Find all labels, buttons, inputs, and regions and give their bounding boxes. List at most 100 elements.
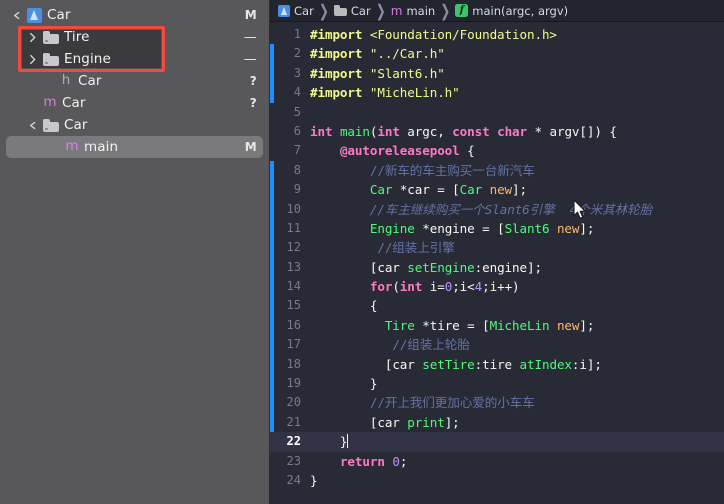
code-text: int main(int argc, const char * argv[]) … [310,122,724,141]
line-number: 12 [286,240,301,255]
code-line-21[interactable]: 21 [car print]; [270,412,724,433]
breadcrumb-item-label: main(argc, argv) [472,3,569,18]
code-editor-area[interactable]: 1 #import <Foundation/Foundation.h> 2 #impo… [270,22,724,504]
code-token: } [310,434,348,450]
status-badge: — [243,51,257,67]
breadcrumb-item-1[interactable]: Car [333,3,371,18]
code-line-24[interactable]: 24} [270,471,724,490]
code-token: ( [392,279,400,295]
code-line-12[interactable]: 12 //组装上引擎 [270,238,724,258]
code-token: car [392,356,415,372]
change-indicator-bar [270,180,274,200]
code-token: [ [310,356,393,372]
code-line-17[interactable]: 17 //组装上轮胎 [270,335,724,355]
code-line-6[interactable]: 6 int main(int argc, const char * argv[])… [270,122,724,141]
code-token: argc, [399,123,453,139]
status-badge: ? [249,96,257,110]
change-indicator-bar [270,44,274,64]
navigator-row-car-4[interactable]: m Car? [0,92,269,114]
code-token: setTire [422,356,475,372]
code-line-13[interactable]: 13 [car setEngine:engine]; [270,257,724,278]
code-line-18[interactable]: 18 [car setTire:tire atIndex:i]; [270,354,724,375]
navigator-row-engine-2[interactable]: Engine — [0,48,269,70]
code-token: "../Car.h" [369,46,445,62]
code-token: "Slant6.h" [369,65,445,81]
breadcrumb-item-0[interactable]: Car [278,4,314,18]
code-line-10[interactable]: 10 //车主继续购买一个Slant6引擎 4个米其林轮胎 [270,199,724,219]
code-line-4[interactable]: 4 #import "MicheLin.h" [270,83,724,103]
code-token: ]; [579,220,595,236]
code-token: ]; [444,414,460,430]
code-token: char [497,123,528,139]
line-number: 15 [286,298,301,313]
code-text: @autoreleasepool { [310,141,724,160]
code-line-22[interactable]: 22 } [270,432,724,452]
code-line-20[interactable]: 20 //开上我们更加心爱的小车车 [270,393,724,413]
code-line-2[interactable]: 2 #import "../Car.h" [270,44,724,64]
code-text: return 0; [310,452,724,471]
code-line-9[interactable]: 9 Car *car = [Car new]; [270,180,724,200]
chevron-right-icon[interactable] [26,54,38,64]
code-line-15[interactable]: 15 { [270,296,724,316]
code-line-7[interactable]: 7 @autoreleasepool { [270,141,724,160]
code-text: Car *car = [Car new]; [310,180,724,199]
code-token: ]; [512,182,528,198]
line-number: 2 [293,46,301,61]
header-file-icon: h [61,72,71,89]
navigator-row-car-0[interactable]: Car M [0,4,269,26]
code-token: Tire [384,317,415,333]
code-line-1[interactable]: 1 #import <Foundation/Foundation.h> [270,25,724,44]
objc-file-icon: m [390,3,403,18]
breadcrumb-item-2[interactable]: m main [391,4,435,18]
breadcrumb[interactable]: Car ❯ Car ❯ m main ❯ f main(argc, argv) [270,0,724,22]
code-line-16[interactable]: 16 Tire *tire = [MicheLin new]; [270,315,724,336]
breadcrumb-separator: ❯ [375,0,386,21]
navigator-row-label: Tire [64,29,90,45]
change-indicator-bar [270,315,274,336]
code-line-8[interactable]: 8 //新车的车主购买一台新汽车 [270,160,724,181]
code-token: #import [310,27,363,42]
objc-file-icon: m [43,94,57,111]
code-token: main [339,123,370,139]
code-line-11[interactable]: 11 Engine *engine = [Slant6 new]; [270,218,724,239]
code-token: @autoreleasepool [339,143,460,159]
navigator-row-tire-1[interactable]: Tire — [0,26,269,48]
code-token: const [452,123,490,139]
line-number: 5 [293,104,301,119]
folder-icon [43,30,59,44]
line-number: 7 [293,143,301,158]
folder-icon [43,52,59,66]
code-token: new [556,317,580,333]
change-indicator-bar [270,160,274,181]
code-text: [car print]; [310,413,724,432]
xcode-project-icon [27,7,42,23]
status-badge: ? [249,74,257,88]
project-navigator[interactable]: Car M Tire — Engine — h Car? m Car? Car m main M [0,0,270,504]
code-token: //组装上引擎 [377,240,455,256]
navigator-row-main-6[interactable]: m main M [6,136,263,158]
breadcrumb-item-3[interactable]: f main(argc, argv) [455,4,568,18]
code-line-19[interactable]: 19 } [270,374,724,394]
code-token: //新车的车主购买一台新汽车 [369,162,535,178]
chevron-right-icon[interactable] [26,32,38,42]
code-line-5[interactable]: 5 [270,103,724,122]
chevron-down-icon[interactable] [26,121,38,130]
line-number: 4 [293,85,301,100]
code-line-14[interactable]: 14 for(int i=0;i<4;i++) [270,277,724,297]
change-indicator-bar [270,412,274,433]
navigator-row-car-3[interactable]: h Car? [0,70,269,92]
breadcrumb-item-label: Car [350,3,371,18]
code-token: int [310,123,333,139]
status-badge: M [244,8,257,22]
line-number: 3 [293,65,301,80]
code-line-23[interactable]: 23 return 0; [270,452,724,471]
line-number: 14 [286,279,301,294]
code-token: :tire [474,356,520,372]
code-line-3[interactable]: 3 #import "Slant6.h" [270,63,724,84]
chevron-down-icon[interactable] [10,11,22,20]
navigator-row-car-5[interactable]: Car [0,114,269,136]
